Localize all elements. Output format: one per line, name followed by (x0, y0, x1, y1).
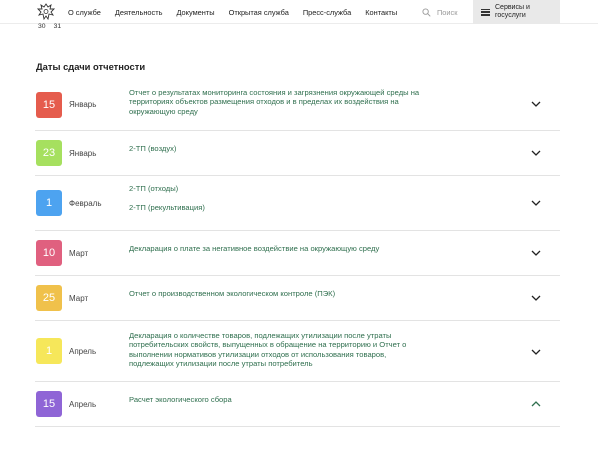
day-badge: 23 (36, 140, 62, 166)
search-label: Поиск (437, 7, 458, 17)
menu-icon (481, 8, 490, 16)
services-button[interactable]: Сервисы и госуслуги (473, 0, 560, 24)
chevron-down-icon[interactable] (531, 349, 541, 355)
main-nav: О службе Деятельность Документы Открытая… (68, 0, 411, 24)
day-badge: 15 (36, 92, 62, 118)
report-description[interactable]: 2-ТП (отходы) 2-ТП (рекультивация) (129, 184, 469, 213)
nav-item-about[interactable]: О службе (68, 8, 101, 17)
report-description[interactable]: Отчет о производственном экологическом к… (129, 289, 469, 298)
section-title: Даты сдачи отчетности (36, 61, 146, 72)
deadline-row[interactable]: 25 Март Отчет о производственном экологи… (35, 276, 560, 321)
chevron-down-icon[interactable] (531, 250, 541, 256)
nav-item-documents[interactable]: Документы (176, 8, 214, 17)
sub-number[interactable]: 30 (38, 23, 46, 30)
nav-item-open-service[interactable]: Открытая служба (229, 8, 289, 17)
month-label: Март (69, 249, 89, 258)
site-header: О службе Деятельность Документы Открытая… (0, 0, 598, 24)
emblem-logo-icon[interactable] (36, 3, 56, 21)
nav-item-press[interactable]: Пресс-служба (303, 8, 351, 17)
chevron-down-icon[interactable] (531, 295, 541, 301)
report-description[interactable]: Отчет о результатах мониторинга состояни… (129, 88, 469, 116)
chevron-down-icon[interactable] (531, 101, 541, 107)
day-badge: 25 (36, 285, 62, 311)
report-description[interactable]: Декларация о плате за негативное воздейс… (129, 244, 469, 253)
month-label: Февраль (69, 199, 102, 208)
search-button[interactable]: Поиск (422, 0, 457, 24)
chevron-up-icon[interactable] (531, 401, 541, 407)
deadline-row[interactable]: 10 Март Декларация о плате за негативное… (35, 231, 560, 276)
month-label: Апрель (69, 347, 97, 356)
nav-item-activity[interactable]: Деятельность (115, 8, 163, 17)
nav-item-contacts[interactable]: Контакты (365, 8, 397, 17)
day-badge: 1 (36, 338, 62, 364)
day-badge: 15 (36, 391, 62, 417)
chevron-down-icon[interactable] (531, 200, 541, 206)
deadline-row[interactable]: 1 Апрель Декларация о количестве товаров… (35, 321, 560, 382)
report-description[interactable]: 2-ТП (воздух) (129, 144, 469, 153)
report-description[interactable]: Расчет экологического сбора (129, 395, 469, 404)
deadline-row[interactable]: 15 Январь Отчет о результатах мониторинг… (35, 80, 560, 131)
day-badge: 1 (36, 190, 62, 216)
month-label: Январь (69, 100, 97, 109)
deadline-row[interactable]: 15 Апрель Расчет экологического сбора (35, 382, 560, 427)
services-label: Сервисы и госуслуги (495, 4, 530, 19)
month-label: Апрель (69, 400, 97, 409)
sub-number[interactable]: 31 (54, 23, 62, 30)
sub-numbers: 30 31 (38, 23, 61, 30)
search-icon (422, 7, 431, 17)
report-description[interactable]: Декларация о количестве товаров, подлежа… (129, 331, 469, 369)
day-badge: 10 (36, 240, 62, 266)
chevron-down-icon[interactable] (531, 150, 541, 156)
month-label: Январь (69, 149, 97, 158)
deadline-row[interactable]: 23 Январь 2-ТП (воздух) (35, 131, 560, 176)
month-label: Март (69, 294, 89, 303)
deadline-row[interactable]: 1 Февраль 2-ТП (отходы) 2-ТП (рекультива… (35, 176, 560, 231)
